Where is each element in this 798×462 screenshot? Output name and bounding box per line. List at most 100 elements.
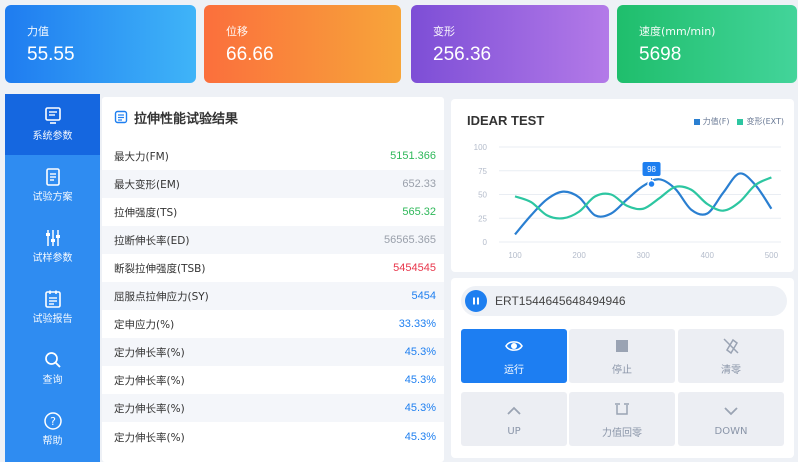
result-value: 652.33 — [402, 178, 436, 190]
clear-label: 清零 — [721, 364, 741, 376]
sliders-icon — [45, 230, 60, 246]
sidebar-item-label: 试样参数 — [32, 253, 73, 264]
result-value: 45.3% — [404, 402, 436, 414]
chart-title: IDEAR TEST — [467, 113, 545, 128]
result-label: 定申应力(%) — [114, 318, 175, 331]
force-reset-button[interactable]: 力值回零 — [569, 392, 675, 446]
sidebar-item-label: 试验方案 — [32, 192, 73, 203]
result-label: 定力伸长率(%) — [114, 374, 185, 387]
legend-item-force[interactable]: 力值(F) — [693, 116, 730, 127]
control-panel: ERT1544645648494946 运行 停止 清零 UP 力值回零 DOW… — [451, 278, 794, 458]
pause-button[interactable] — [465, 290, 487, 312]
sidebar-item-help[interactable]: ? 帮助 — [5, 399, 100, 460]
force-reset-label: 力值回零 — [602, 427, 642, 439]
result-label: 定力伸长率(%) — [114, 431, 185, 444]
search-icon — [44, 352, 61, 368]
result-value: 45.3% — [404, 374, 436, 386]
result-row: 定力伸长率(%) 45.3% — [102, 423, 444, 451]
x-tick-label: 300 — [637, 251, 651, 260]
speed-metric-card: 速度(mm/min) 5698 — [617, 5, 797, 83]
y-tick-label: 0 — [483, 238, 488, 247]
legend-item-deformation[interactable]: 变形(EXT) — [737, 116, 784, 127]
chart-legend: 力值(F) 变形(EXT) — [693, 116, 784, 127]
force-reset-icon — [615, 402, 629, 415]
pause-icon — [473, 297, 479, 305]
result-value: 45.3% — [404, 346, 436, 358]
data-point-marker — [647, 179, 656, 189]
results-panel: 拉伸性能试验结果 最大力(FM) 5151.366 最大变形(EM) 652.3… — [102, 97, 444, 462]
legend-label: 变形(EXT) — [746, 117, 784, 126]
result-value: 565.32 — [402, 206, 436, 218]
result-row: 拉伸强度(TS) 565.32 — [102, 198, 444, 226]
sidebar-item-test-plan[interactable]: 试验方案 — [5, 155, 100, 216]
svg-text:?: ? — [50, 415, 56, 428]
clear-button[interactable]: 清零 — [678, 329, 784, 383]
test-id-bar: ERT1544645648494946 — [461, 286, 787, 316]
result-label: 拉断伸长率(ED) — [114, 234, 190, 247]
y-tick-label: 25 — [478, 214, 487, 223]
metric-label: 力值 — [27, 25, 49, 38]
result-value: 5454545 — [393, 262, 436, 274]
sidebar-item-query[interactable]: 查询 — [5, 338, 100, 399]
result-label: 最大变形(EM) — [114, 178, 180, 191]
sidebar-item-label: 试验报告 — [32, 314, 73, 325]
result-row: 定力伸长率(%) 45.3% — [102, 394, 444, 422]
sidebar-item-label: 系统参数 — [32, 131, 73, 142]
up-label: UP — [507, 425, 521, 437]
run-button[interactable]: 运行 — [461, 329, 567, 383]
stop-label: 停止 — [612, 364, 632, 376]
up-button[interactable]: UP — [461, 392, 567, 446]
force-metric-card: 力值 55.55 — [5, 5, 196, 83]
result-row: 定力伸长率(%) 45.3% — [102, 338, 444, 366]
y-tick-label: 75 — [478, 167, 487, 176]
metric-label: 位移 — [226, 25, 248, 38]
result-row: 最大力(FM) 5151.366 — [102, 142, 444, 170]
sidebar: 系统参数 试验方案 试样参数 试验报告 查询 ? 帮助 — [5, 94, 100, 462]
x-tick-label: 400 — [701, 251, 715, 260]
result-row: 最大变形(EM) 652.33 — [102, 170, 444, 198]
sidebar-item-sample-params[interactable]: 试样参数 — [5, 216, 100, 277]
results-header: 拉伸性能试验结果 — [102, 97, 444, 137]
eye-icon — [505, 340, 523, 351]
result-label: 定力伸长率(%) — [114, 346, 185, 359]
result-label: 断裂拉伸强度(TSB) — [114, 262, 206, 275]
result-row: 拉断伸长率(ED) 56565.365 — [102, 226, 444, 254]
run-label: 运行 — [504, 364, 524, 376]
legend-label: 力值(F) — [702, 117, 730, 126]
sidebar-item-test-report[interactable]: 试验报告 — [5, 277, 100, 338]
sidebar-item-label: 查询 — [42, 375, 63, 386]
deformation-metric-card: 变形 256.36 — [411, 5, 609, 83]
result-row: 屈服点拉伸应力(SY) 5454 — [102, 282, 444, 310]
displacement-metric-card: 位移 66.66 — [204, 5, 401, 83]
sidebar-item-system-params[interactable]: 系统参数 — [5, 94, 100, 155]
results-title: 拉伸性能试验结果 — [134, 111, 239, 127]
report-icon — [44, 290, 61, 308]
document-icon — [45, 168, 60, 186]
down-button[interactable]: DOWN — [678, 392, 784, 446]
legend-swatch — [693, 118, 700, 125]
result-value: 33.33% — [398, 318, 436, 330]
stop-icon — [616, 339, 628, 352]
result-value: 5151.366 — [390, 150, 436, 162]
result-row: 断裂拉伸强度(TSB) 5454545 — [102, 254, 444, 282]
stop-button[interactable]: 停止 — [569, 329, 675, 383]
metric-value: 256.36 — [433, 44, 492, 65]
sidebar-item-label: 帮助 — [42, 436, 63, 447]
y-tick-label: 100 — [474, 143, 488, 152]
metric-label: 变形 — [433, 25, 455, 38]
clipboard-icon — [114, 110, 128, 124]
metric-label: 速度(mm/min) — [639, 25, 716, 38]
tooltip-label: 98 — [647, 165, 656, 174]
result-label: 最大力(FM) — [114, 150, 169, 163]
chevron-down-icon — [724, 406, 738, 415]
result-label: 拉伸强度(TS) — [114, 206, 178, 219]
x-tick-label: 200 — [572, 251, 586, 260]
test-id: ERT1544645648494946 — [495, 294, 626, 308]
legend-swatch — [737, 118, 744, 125]
result-label: 定力伸长率(%) — [114, 402, 185, 415]
chart-panel: 0 25 50 75 100 100 200 300 400 500 98 IDEAR TEST 力… — [451, 99, 794, 272]
result-row: 定申应力(%) 33.33% — [102, 310, 444, 338]
metric-value: 66.66 — [226, 44, 274, 65]
metric-value: 5698 — [639, 44, 682, 65]
x-tick-label: 100 — [508, 251, 522, 260]
